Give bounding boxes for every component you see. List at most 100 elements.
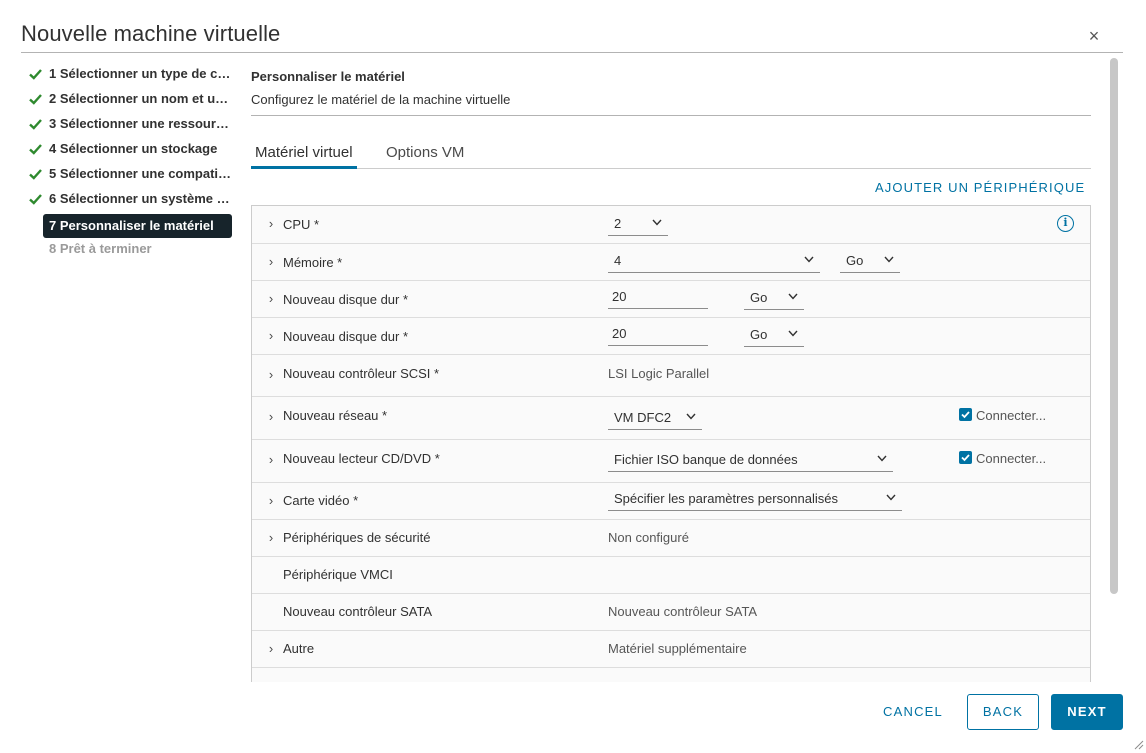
title-divider — [21, 52, 1123, 53]
security-label: Périphériques de sécurité — [283, 530, 431, 545]
cd-dvd-label: Nouveau lecteur CD/DVD * — [283, 451, 440, 466]
row-other: › Autre Matériel supplémentaire — [252, 631, 1090, 668]
step-label: 2 Sélectionner un nom et un dossier — [49, 91, 235, 106]
step-8: 8 Prêt à terminer — [25, 239, 235, 264]
checkmark-icon — [29, 119, 42, 130]
chevron-down-icon — [886, 494, 896, 501]
next-button[interactable]: NEXT — [1051, 694, 1123, 730]
network-connect-checkbox[interactable] — [959, 408, 972, 421]
cd-dvd-connect-checkbox[interactable] — [959, 451, 972, 464]
page-heading: Personnaliser le matériel — [251, 69, 405, 84]
chevron-down-icon — [686, 413, 696, 420]
cd-dvd-value: Fichier ISO banque de données — [614, 452, 798, 467]
step-4[interactable]: 4 Sélectionner un stockage — [25, 139, 235, 164]
memory-unit-select[interactable]: Go — [840, 251, 900, 273]
row-sata-controller: Nouveau contrôleur SATA Nouveau contrôle… — [252, 594, 1090, 631]
row-partial — [252, 668, 1090, 682]
info-icon[interactable]: i — [1057, 215, 1074, 232]
disk-unit-select[interactable]: Go — [744, 325, 804, 347]
memory-unit: Go — [846, 253, 864, 268]
main-content: Personnaliser le matériel Configurez le … — [251, 64, 1091, 682]
row-video-card: › Carte vidéo * Spécifier les paramètres… — [252, 483, 1090, 520]
disk-size-input[interactable]: 20 — [608, 324, 708, 346]
chevron-right-icon[interactable]: › — [266, 409, 276, 424]
chevron-right-icon[interactable]: › — [266, 493, 276, 508]
disk-size-input[interactable]: 20 — [608, 287, 708, 309]
chevron-right-icon[interactable]: › — [266, 367, 276, 382]
network-select[interactable]: VM DFC2 — [608, 408, 702, 430]
step-label: 1 Sélectionner un type de création — [49, 66, 235, 81]
disk-unit: Go — [750, 327, 768, 342]
chevron-down-icon — [884, 256, 894, 263]
step-7-active[interactable]: 7 Personnaliser le matériel — [43, 214, 232, 238]
chevron-right-icon[interactable]: › — [266, 641, 276, 656]
chevron-right-icon[interactable]: › — [266, 291, 276, 306]
tab-virtual-hardware[interactable]: Matériel virtuel — [251, 144, 357, 169]
chevron-right-icon[interactable]: › — [266, 530, 276, 545]
step-label: 5 Sélectionner une compatibilité — [49, 166, 235, 181]
disk-unit: Go — [750, 290, 768, 305]
video-value: Spécifier les paramètres personnalisés — [614, 491, 838, 506]
row-disk-1: › Nouveau disque dur * 20 Go — [252, 281, 1090, 318]
scsi-value: LSI Logic Parallel — [608, 366, 710, 381]
row-scsi-controller: › Nouveau contrôleur SCSI * LSI Logic Pa… — [252, 355, 1090, 397]
network-value: VM DFC2 — [614, 410, 672, 425]
cpu-label: CPU * — [283, 217, 320, 232]
sata-value: Nouveau contrôleur SATA — [608, 604, 758, 619]
row-vmci: Périphérique VMCI — [252, 557, 1090, 594]
chevron-right-icon[interactable]: › — [266, 328, 276, 343]
step-6[interactable]: 6 Sélectionner un système d'exploitation — [25, 189, 235, 214]
step-3[interactable]: 3 Sélectionner une ressource de calcul — [25, 114, 235, 139]
checkmark-icon — [29, 69, 42, 80]
step-5[interactable]: 5 Sélectionner une compatibilité — [25, 164, 235, 189]
add-device-button[interactable]: AJOUTER UN PÉRIPHÉRIQUE — [875, 180, 1091, 195]
chevron-down-icon — [652, 219, 662, 226]
row-network: › Nouveau réseau * VM DFC2 Connecter... — [252, 397, 1090, 440]
other-value: Matériel supplémentaire — [608, 641, 747, 656]
disk-label: Nouveau disque dur * — [283, 329, 409, 344]
checkmark-icon — [29, 169, 42, 180]
checkmark-icon — [29, 94, 42, 105]
back-button[interactable]: BACK — [967, 694, 1039, 730]
cd-dvd-connect-label: Connecter... — [976, 451, 1047, 466]
step-label: 3 Sélectionner une ressource de calcul — [49, 116, 235, 131]
page-subheading: Configurez le matériel de la machine vir… — [251, 92, 511, 107]
step-1[interactable]: 1 Sélectionner un type de création — [25, 64, 235, 89]
chevron-right-icon[interactable]: › — [266, 254, 276, 269]
row-security-devices: › Périphériques de sécurité Non configur… — [252, 520, 1090, 557]
wizard-steps: 1 Sélectionner un type de création 2 Sél… — [25, 64, 235, 264]
heading-divider — [251, 115, 1091, 116]
sata-label: Nouveau contrôleur SATA — [283, 604, 433, 619]
step-label: 8 Prêt à terminer — [49, 241, 152, 256]
vertical-scrollbar[interactable] — [1108, 56, 1120, 682]
chevron-down-icon — [788, 293, 798, 300]
disk-label: Nouveau disque dur * — [283, 292, 409, 307]
resize-grip-icon[interactable] — [1132, 738, 1144, 750]
cpu-value: 2 — [614, 216, 622, 231]
dialog-title: Nouvelle machine virtuelle — [21, 21, 281, 46]
security-value: Non configuré — [608, 530, 689, 545]
cd-dvd-select[interactable]: Fichier ISO banque de données — [608, 450, 893, 472]
vmci-label: Périphérique VMCI — [283, 567, 393, 582]
network-connect-label: Connecter... — [976, 408, 1047, 423]
video-select[interactable]: Spécifier les paramètres personnalisés — [608, 489, 902, 511]
memory-input[interactable]: 4 — [608, 251, 820, 273]
chevron-right-icon[interactable]: › — [266, 216, 276, 231]
chevron-right-icon[interactable]: › — [266, 452, 276, 467]
disk-unit-select[interactable]: Go — [744, 288, 804, 310]
new-vm-dialog: Nouvelle machine virtuelle × 1 Sélection… — [0, 0, 1146, 753]
row-cpu: › CPU * 2 i — [252, 206, 1090, 244]
checkmark-icon — [29, 194, 42, 205]
hardware-grid: › CPU * 2 i › Mémoire * 4 Go › Nouveau d… — [251, 205, 1091, 682]
step-2[interactable]: 2 Sélectionner un nom et un dossier — [25, 89, 235, 114]
close-icon[interactable]: × — [1084, 26, 1104, 46]
scrollbar-thumb[interactable] — [1110, 58, 1118, 594]
scsi-label: Nouveau contrôleur SCSI * — [283, 366, 440, 381]
step-label: 4 Sélectionner un stockage — [49, 141, 218, 156]
cpu-select[interactable]: 2 — [608, 214, 668, 236]
row-cd-dvd: › Nouveau lecteur CD/DVD * Fichier ISO b… — [252, 440, 1090, 483]
tab-vm-options[interactable]: Options VM — [386, 144, 464, 169]
row-memory: › Mémoire * 4 Go — [252, 244, 1090, 281]
chevron-down-icon — [788, 330, 798, 337]
cancel-button[interactable]: CANCEL — [874, 694, 952, 730]
